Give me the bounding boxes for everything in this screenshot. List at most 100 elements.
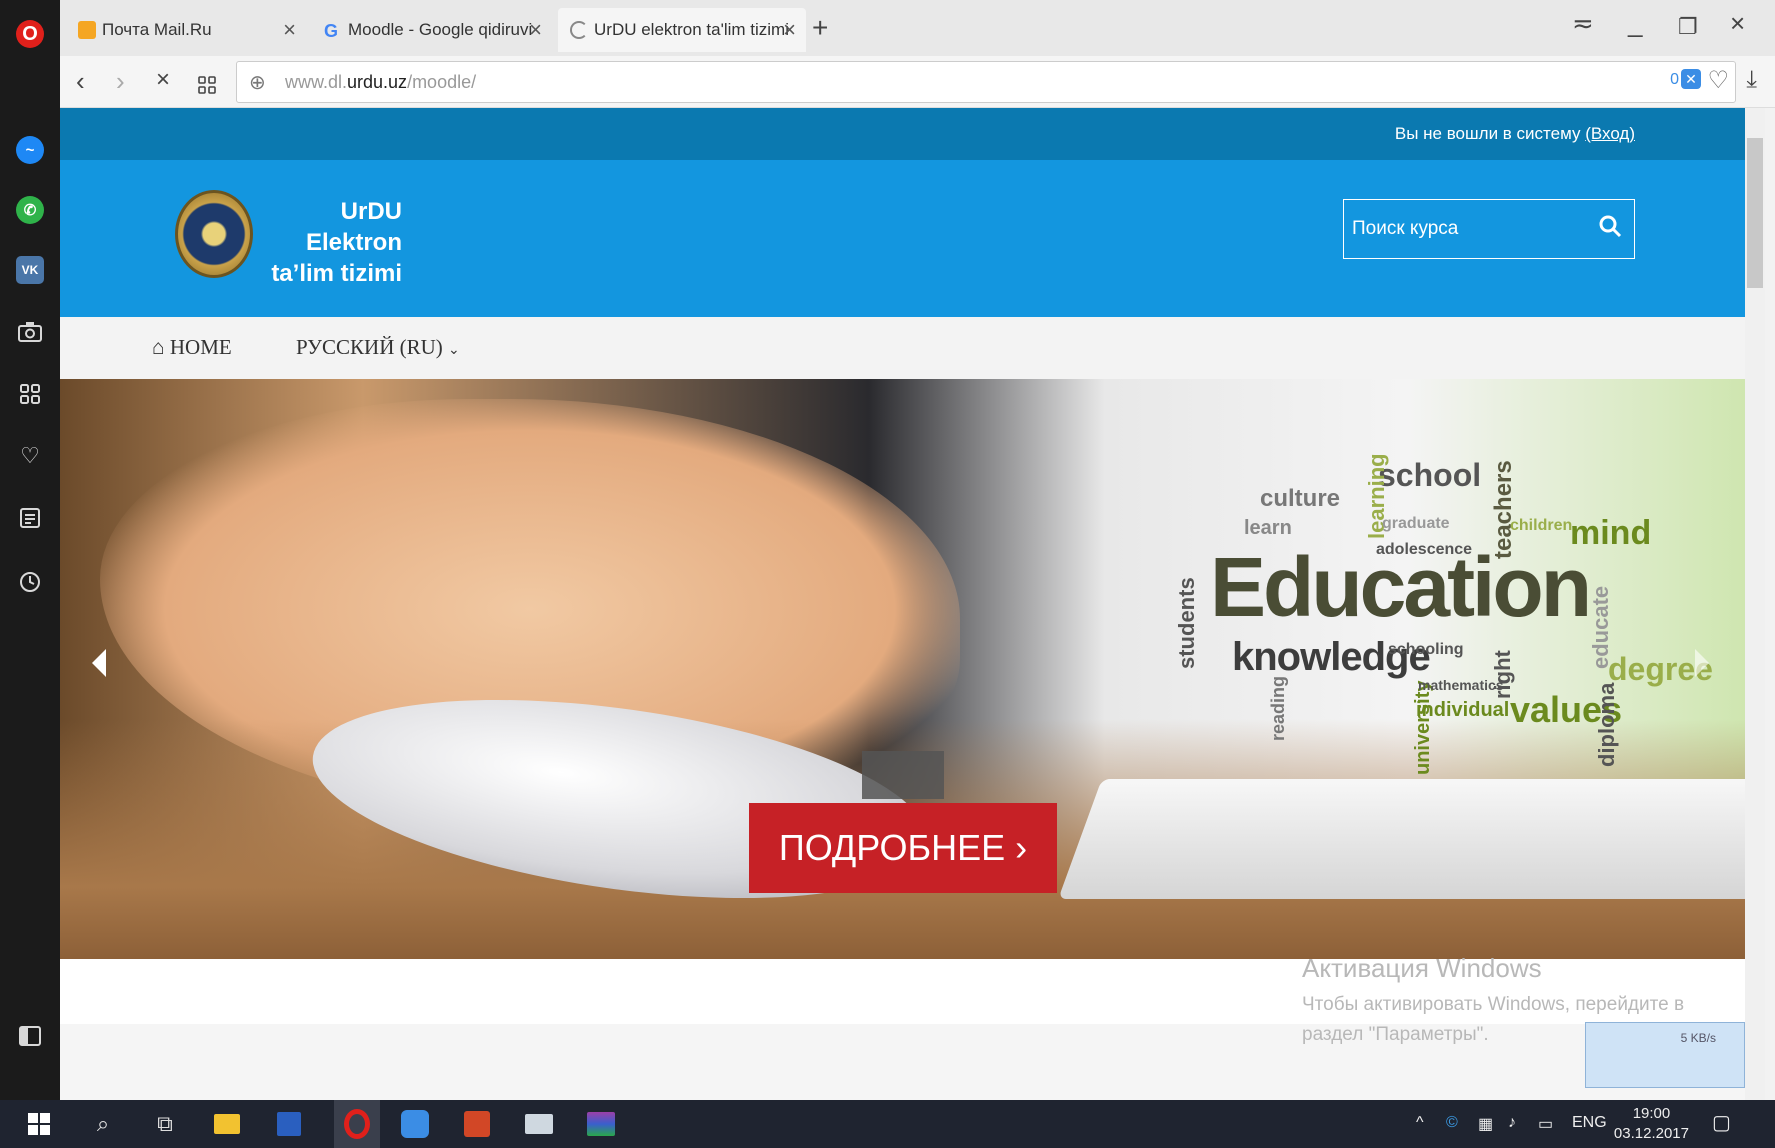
site-header: UrDU Elektron ta’lim tizimi (60, 160, 1745, 317)
history-clock-icon[interactable] (14, 566, 46, 598)
wordcloud-word: children (1510, 517, 1573, 534)
save-disk-icon[interactable] (272, 1108, 306, 1140)
wordcloud-word: culture (1260, 485, 1341, 512)
bookmarks-heart-icon[interactable]: ♡ (14, 440, 46, 472)
globe-icon: ⊕ (249, 72, 266, 94)
wordcloud-word: diploma (1594, 682, 1619, 767)
slider-prev-arrow[interactable] (92, 649, 106, 677)
minimize-icon[interactable]: _ (1628, 8, 1642, 39)
university-logo[interactable] (175, 190, 253, 278)
tray-display-icon[interactable]: ▭ (1538, 1114, 1553, 1134)
wordcloud-word: university (1412, 680, 1434, 775)
close-window-icon[interactable]: × (1730, 8, 1745, 39)
forward-icon[interactable]: › (116, 66, 125, 97)
tab-mail[interactable]: Почта Mail.Ru × (66, 8, 306, 52)
home-icon: ⌂ (152, 335, 165, 359)
restore-icon[interactable]: ❐ (1678, 14, 1698, 40)
computer-icon[interactable] (522, 1108, 556, 1140)
sidebar-toggle-icon[interactable] (14, 1020, 46, 1052)
wordcloud-word: educate (1588, 585, 1613, 669)
course-search-input[interactable] (1352, 214, 1582, 244)
close-icon[interactable]: × (783, 17, 796, 43)
opera-taskbar-icon[interactable] (334, 1100, 380, 1148)
tab-label: Почта Mail.Ru (102, 20, 212, 39)
wordcloud-word: school (1378, 457, 1482, 493)
course-search-box (1343, 199, 1635, 259)
tab-bar: Почта Mail.Ru × G Moodle - Google qidiru… (60, 0, 1775, 56)
mail-favicon-icon (78, 21, 96, 39)
windows-start-icon[interactable] (22, 1108, 56, 1140)
search-icon[interactable]: ⌕ (86, 1108, 120, 1140)
whatsapp-icon[interactable]: ✆ (14, 194, 46, 226)
main-nav: ⌂ HOME РУССКИЙ (RU) ⌄ (60, 317, 1745, 379)
chevron-down-icon: ⌄ (448, 343, 460, 358)
slider-indicator[interactable] (862, 751, 944, 799)
speed-dial-button[interactable] (198, 70, 216, 101)
adblock-shield-icon[interactable]: ✕ (1681, 69, 1701, 89)
bookmark-heart-icon[interactable]: ♡ (1707, 66, 1729, 95)
wordcloud-word: students (1174, 577, 1199, 669)
tab-urdu[interactable]: UrDU elektron ta'lim tizimi × (558, 8, 806, 52)
url-input[interactable]: ⊕ www.dl.urdu.uz/moodle/ 0 ✕ ♡ (236, 61, 1736, 103)
close-icon[interactable]: × (283, 17, 296, 43)
messenger-icon[interactable]: ~ (14, 134, 46, 166)
web-page: Вы не вошли в систему (Вход) UrDU Elektr… (60, 108, 1745, 1100)
stop-loading-icon[interactable]: × (156, 66, 170, 94)
windows-taskbar: ⌕ ⧉ ^ © ▦ ♪ ▭ ENG 19:00 03.12.2017 ▢ (0, 1100, 1775, 1148)
opera-sidebar: O ~ ✆ VK ♡ (0, 0, 60, 1100)
wordcloud-word: mind (1570, 514, 1652, 552)
winrar-icon[interactable] (584, 1108, 618, 1140)
tab-google[interactable]: G Moodle - Google qidiruvi × (312, 8, 552, 52)
close-icon[interactable]: × (529, 17, 542, 43)
nav-language-dropdown[interactable]: РУССКИЙ (RU) ⌄ (296, 335, 460, 360)
address-bar-row: ‹ › × ⊕ www.dl.urdu.uz/moodle/ 0 ✕ ♡ ⤓ (60, 56, 1775, 108)
top-strip: Вы не вошли в систему (Вход) (60, 108, 1745, 160)
wordcloud-word: reading (1268, 675, 1288, 741)
wordcloud-word: adolescence (1376, 541, 1473, 558)
search-icon[interactable] (1598, 214, 1622, 238)
site-brand[interactable]: UrDU Elektron ta’lim tizimi (250, 196, 402, 289)
download-icon[interactable]: ⤓ (1746, 66, 1757, 94)
nav-home[interactable]: ⌂ HOME (152, 335, 232, 360)
news-icon[interactable] (14, 502, 46, 534)
wordcloud-word: schooling (1388, 641, 1464, 658)
education-wordcloud: Education knowledge school culture teach… (1150, 419, 1713, 775)
camera-icon[interactable] (14, 316, 46, 348)
powerpoint-icon[interactable] (460, 1108, 494, 1140)
tray-language[interactable]: ENG (1572, 1114, 1607, 1132)
tab-label: UrDU elektron ta'lim tizimi (594, 20, 789, 39)
notifications-icon[interactable]: ▢ (1712, 1110, 1731, 1135)
back-icon[interactable]: ‹ (76, 66, 85, 97)
hero-keyboard-image (1058, 779, 1745, 899)
login-status: Вы не вошли в систему (Вход) (1394, 124, 1635, 143)
slider-next-arrow[interactable] (1695, 649, 1709, 677)
app-blue-icon[interactable] (398, 1108, 432, 1140)
tray-chevron-up-icon[interactable]: ^ (1416, 1114, 1424, 1132)
opera-logo-icon[interactable]: O (14, 18, 46, 50)
url-text: www.dl.urdu.uz/moodle/ (285, 72, 477, 92)
tray-network-icon[interactable]: ▦ (1478, 1114, 1493, 1134)
scrollbar-thumb[interactable] (1747, 138, 1763, 288)
hero-slider: Education knowledge school culture teach… (60, 379, 1745, 959)
login-link[interactable]: (Вход) (1585, 124, 1635, 143)
tray-clock[interactable]: 19:00 03.12.2017 (1614, 1104, 1689, 1144)
wordcloud-word: right (1490, 650, 1515, 699)
wordcloud-word: individual (1416, 699, 1510, 721)
new-tab-button[interactable]: + (812, 12, 828, 44)
tray-app-icon[interactable]: © (1446, 1114, 1458, 1132)
wordcloud-word: graduate (1382, 515, 1450, 532)
vk-icon[interactable]: VK (14, 254, 46, 286)
tab-label: Moodle - Google qidiruvi (348, 20, 533, 39)
google-favicon-icon: G (324, 21, 339, 41)
tray-volume-icon[interactable]: ♪ (1508, 1114, 1516, 1132)
file-explorer-icon[interactable] (210, 1108, 244, 1140)
speed-dial-icon[interactable] (14, 378, 46, 410)
tab-menu-icon[interactable]: ≂ (1572, 8, 1594, 39)
more-button[interactable]: ПОДРОБНЕЕ › (749, 803, 1057, 893)
wordcloud-word: learn (1244, 517, 1292, 539)
network-meter-widget: 5 KB/s (1585, 1022, 1745, 1088)
loading-spinner-icon (570, 21, 588, 39)
wordcloud-word: teachers (1490, 460, 1517, 559)
task-view-icon[interactable]: ⧉ (148, 1108, 182, 1140)
page-scrollbar[interactable] (1745, 108, 1765, 1100)
